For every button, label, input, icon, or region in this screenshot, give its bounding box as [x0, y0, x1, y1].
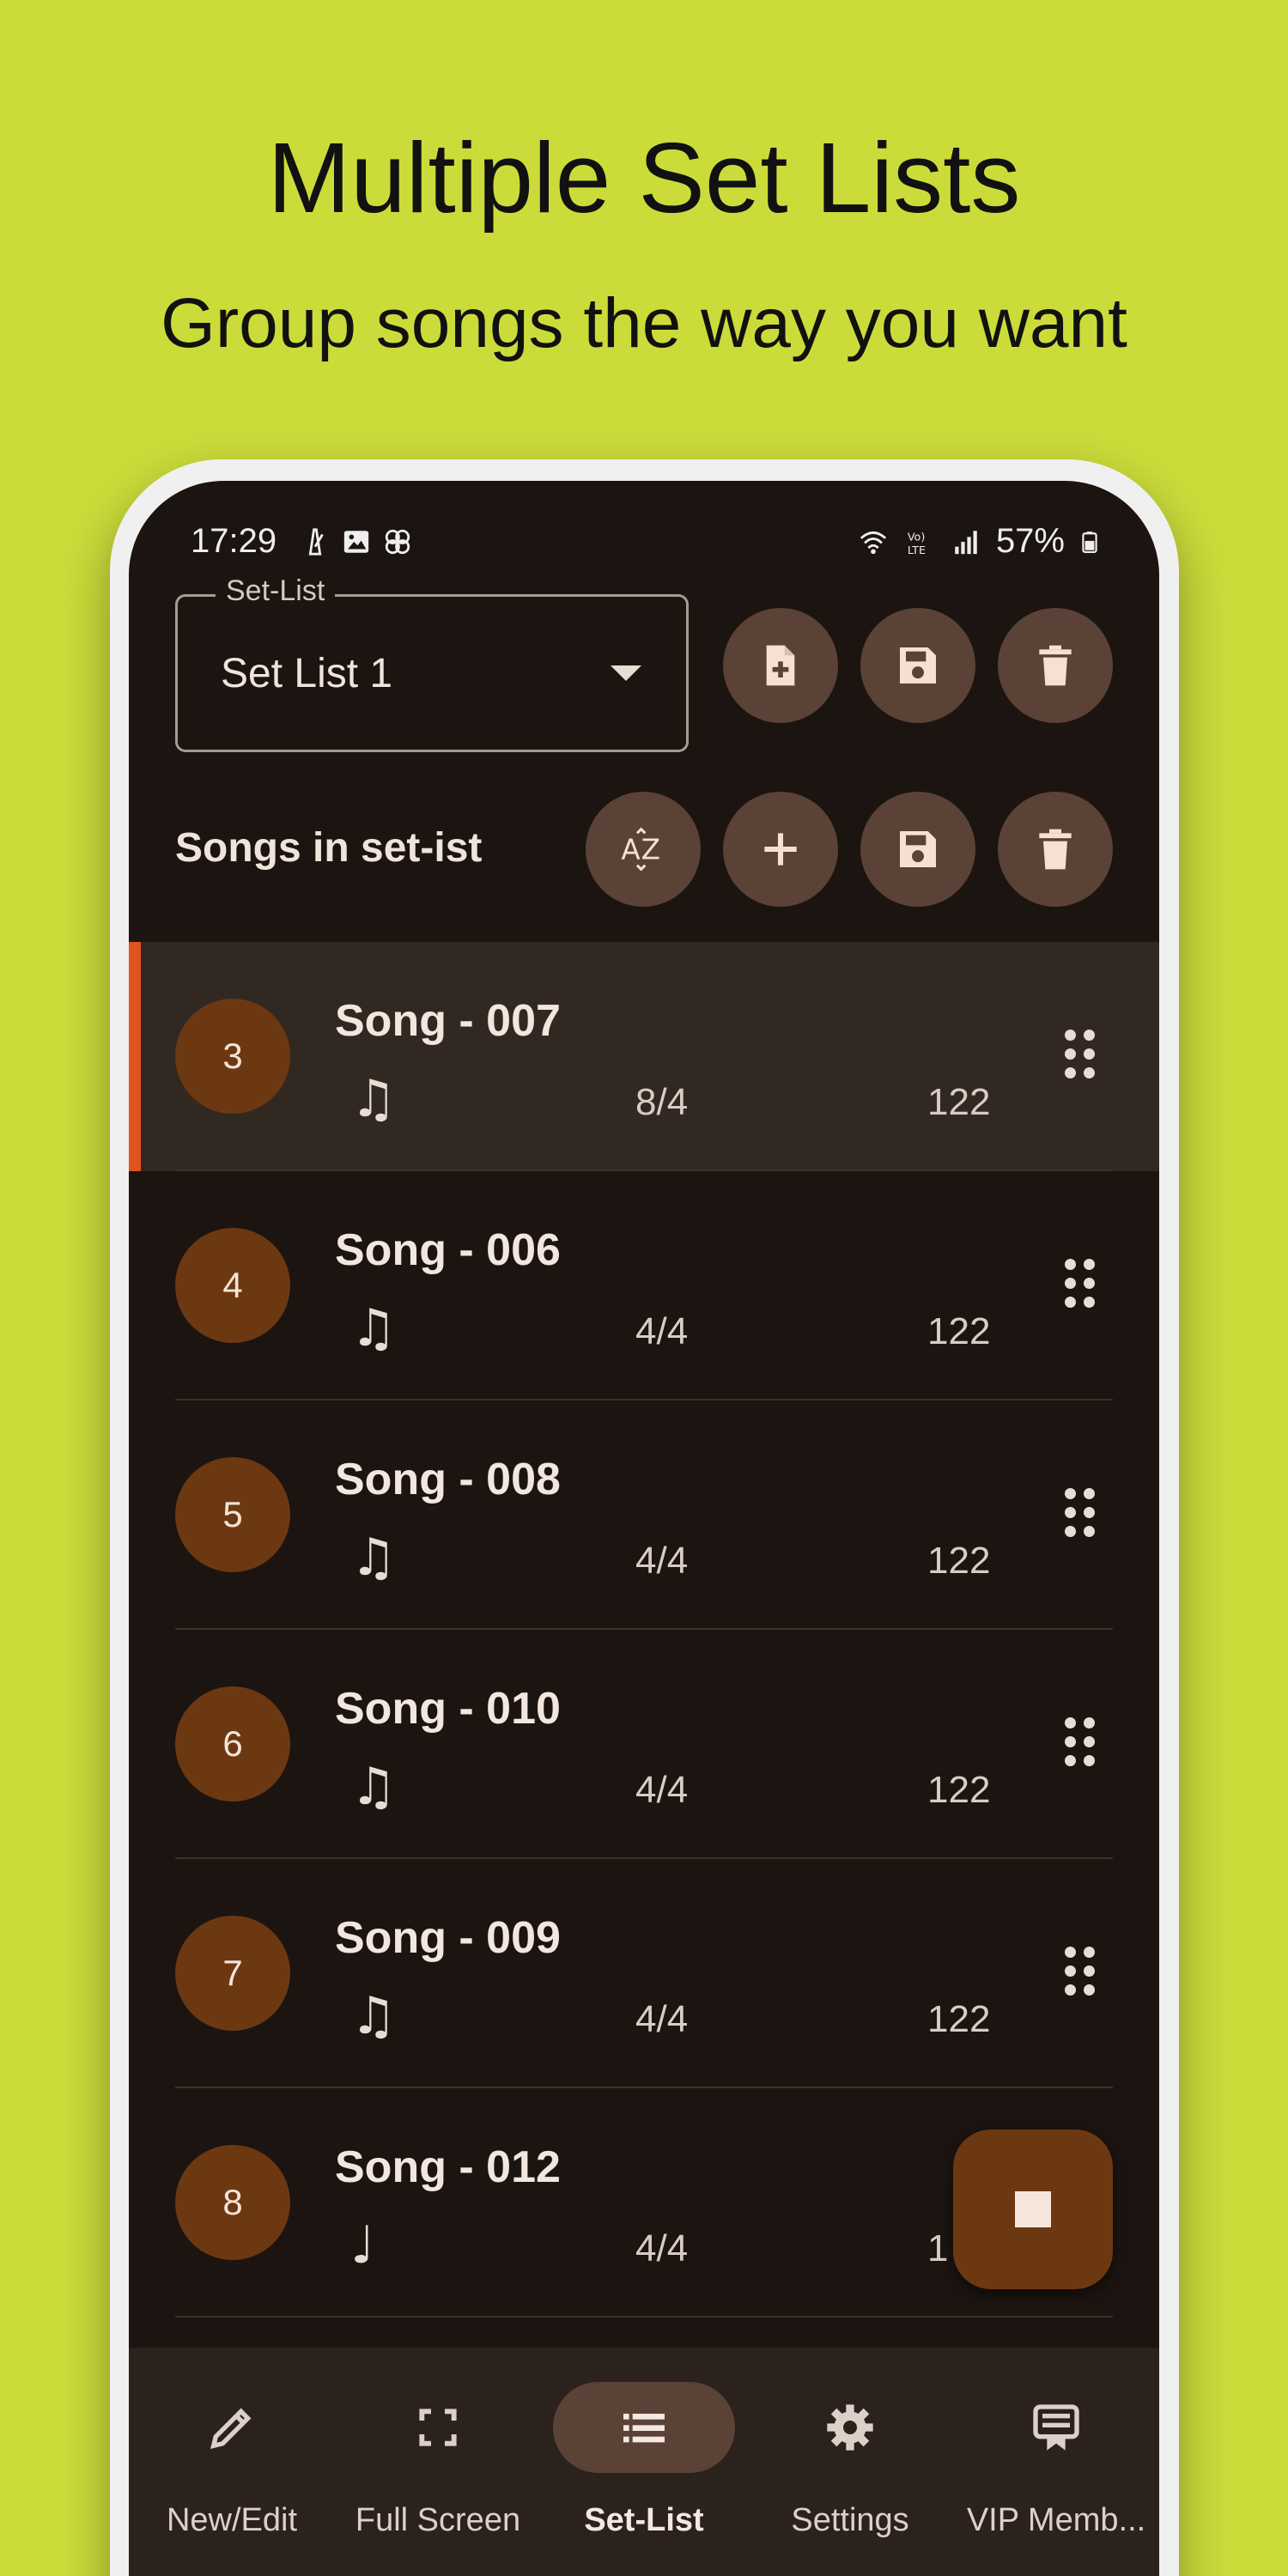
- sort-az-button[interactable]: AZ: [586, 792, 701, 907]
- music-note-icon: ♫: [350, 1757, 397, 1817]
- status-bar: 17:29 Vo) LTE 57%: [129, 522, 1159, 574]
- battery-percent: 57%: [995, 522, 1065, 560]
- stop-icon: [1015, 2191, 1051, 2227]
- song-row[interactable]: 3 Song - 007 ♫ 8/4 122: [129, 942, 1159, 1171]
- song-bpm: 122: [927, 1310, 991, 1352]
- save-setlist-button[interactable]: [860, 608, 975, 723]
- song-title: Song - 010: [335, 1684, 561, 1734]
- phone-screen: 17:29 Vo) LTE 57% Set-List Set List 1 So…: [129, 481, 1159, 2576]
- songs-heading: Songs in set-ist: [175, 825, 483, 871]
- song-bpm: 122: [927, 1998, 991, 2040]
- song-title: Song - 006: [335, 1225, 561, 1275]
- trash-icon: [1039, 829, 1072, 870]
- pencil-icon: [210, 2408, 252, 2449]
- nav-label: Full Screen: [355, 2502, 521, 2538]
- song-row[interactable]: 5 Song - 008 ♫ 4/4 122: [129, 1400, 1159, 1630]
- drag-handle-icon[interactable]: [1065, 1488, 1099, 1540]
- song-time-signature: 8/4: [635, 1081, 689, 1123]
- metronome-icon: [301, 527, 330, 556]
- song-row[interactable]: 7 Song - 009 ♫ 4/4 122: [129, 1859, 1159, 2088]
- signal-icon: [955, 530, 977, 554]
- vip-badge-icon: [1033, 2404, 1079, 2451]
- song-row[interactable]: 6 Song - 010 ♫ 4/4 122: [129, 1630, 1159, 1859]
- music-note-icon: ♫: [350, 1298, 397, 1358]
- song-title: Song - 009: [335, 1913, 561, 1963]
- save-icon: [900, 647, 936, 683]
- song-list: 3 Song - 007 ♫ 8/4 122 4 Song - 006 ♫ 4/…: [129, 942, 1159, 2318]
- svg-text:Z: Z: [641, 834, 660, 866]
- nav-new-edit[interactable]: New/Edit: [129, 2348, 335, 2576]
- song-number: 6: [175, 1686, 290, 1801]
- song-number: 4: [175, 1228, 290, 1343]
- list-icon: [623, 2414, 665, 2443]
- nav-set-list[interactable]: Set-List: [541, 2348, 747, 2576]
- svg-text:Vo): Vo): [908, 531, 926, 544]
- delete-song-button[interactable]: [998, 792, 1113, 907]
- trash-icon: [1039, 645, 1072, 686]
- song-time-signature: 4/4: [635, 1998, 689, 2040]
- song-bpm: 1: [927, 2227, 949, 2269]
- song-number: 5: [175, 1457, 290, 1572]
- nav-label: VIP Memb...: [966, 2502, 1146, 2538]
- song-title: Song - 007: [335, 996, 561, 1046]
- save-icon: [900, 831, 936, 867]
- plus-icon: [764, 833, 797, 866]
- song-time-signature: 4/4: [635, 2227, 689, 2269]
- svg-text:A: A: [621, 834, 641, 866]
- nav-label: Set-List: [584, 2502, 704, 2538]
- promo-title: Multiple Set Lists: [267, 122, 1021, 234]
- image-icon: [342, 527, 371, 556]
- song-number: 8: [175, 2145, 290, 2260]
- stop-button[interactable]: [953, 2129, 1113, 2289]
- song-bpm: 122: [927, 1540, 991, 1582]
- song-number: 7: [175, 1916, 290, 2031]
- gear-icon: [827, 2404, 873, 2451]
- music-note-icon: ♫: [350, 1069, 397, 1129]
- chevron-down-icon: [611, 665, 641, 681]
- nav-vip-membership[interactable]: VIP Memb...: [953, 2348, 1159, 2576]
- bottom-navigation: New/Edit Full Screen Set-List Settings V…: [129, 2348, 1159, 2576]
- setlist-value: Set List 1: [221, 651, 393, 696]
- nav-label: New/Edit: [166, 2502, 298, 2538]
- drag-handle-icon[interactable]: [1065, 1947, 1099, 1998]
- new-setlist-button[interactable]: [723, 608, 838, 723]
- song-row[interactable]: 4 Song - 006 ♫ 4/4 122: [129, 1171, 1159, 1400]
- drag-handle-icon[interactable]: [1065, 1259, 1099, 1310]
- song-title: Song - 008: [335, 1455, 561, 1504]
- add-song-button[interactable]: [723, 792, 838, 907]
- battery-icon: [1082, 531, 1097, 553]
- nav-label: Settings: [791, 2502, 909, 2538]
- drag-handle-icon[interactable]: [1065, 1717, 1099, 1769]
- sort-az-icon: AZ: [621, 827, 660, 872]
- nav-settings[interactable]: Settings: [747, 2348, 953, 2576]
- nav-full-screen[interactable]: Full Screen: [335, 2348, 541, 2576]
- fullscreen-icon: [419, 2409, 457, 2446]
- delete-setlist-button[interactable]: [998, 608, 1113, 723]
- drag-handle-icon[interactable]: [1065, 1030, 1099, 1081]
- music-note-icon: ♫: [350, 1528, 397, 1588]
- setlist-label: Set-List: [216, 574, 336, 608]
- song-time-signature: 4/4: [635, 1310, 689, 1352]
- wifi-icon: [860, 531, 887, 554]
- svg-text:LTE: LTE: [908, 544, 926, 556]
- pinwheel-icon: [383, 527, 412, 556]
- song-bpm: 122: [927, 1081, 991, 1123]
- song-number: 3: [175, 999, 290, 1114]
- promo-subtitle: Group songs the way you want: [161, 284, 1127, 362]
- song-time-signature: 4/4: [635, 1540, 689, 1582]
- file-add-icon: [766, 645, 795, 686]
- music-note-icon: ♫: [350, 1986, 397, 2046]
- song-bpm: 122: [927, 1769, 991, 1811]
- music-note-icon: ♩: [350, 2215, 375, 2275]
- save-songs-button[interactable]: [860, 792, 975, 907]
- divider: [175, 2316, 1113, 2318]
- status-time: 17:29: [191, 522, 277, 560]
- setlist-dropdown[interactable]: Set-List Set List 1: [175, 574, 689, 752]
- song-title: Song - 012: [335, 2142, 561, 2192]
- volte-icon: Vo)LTE: [908, 531, 926, 556]
- song-time-signature: 4/4: [635, 1769, 689, 1811]
